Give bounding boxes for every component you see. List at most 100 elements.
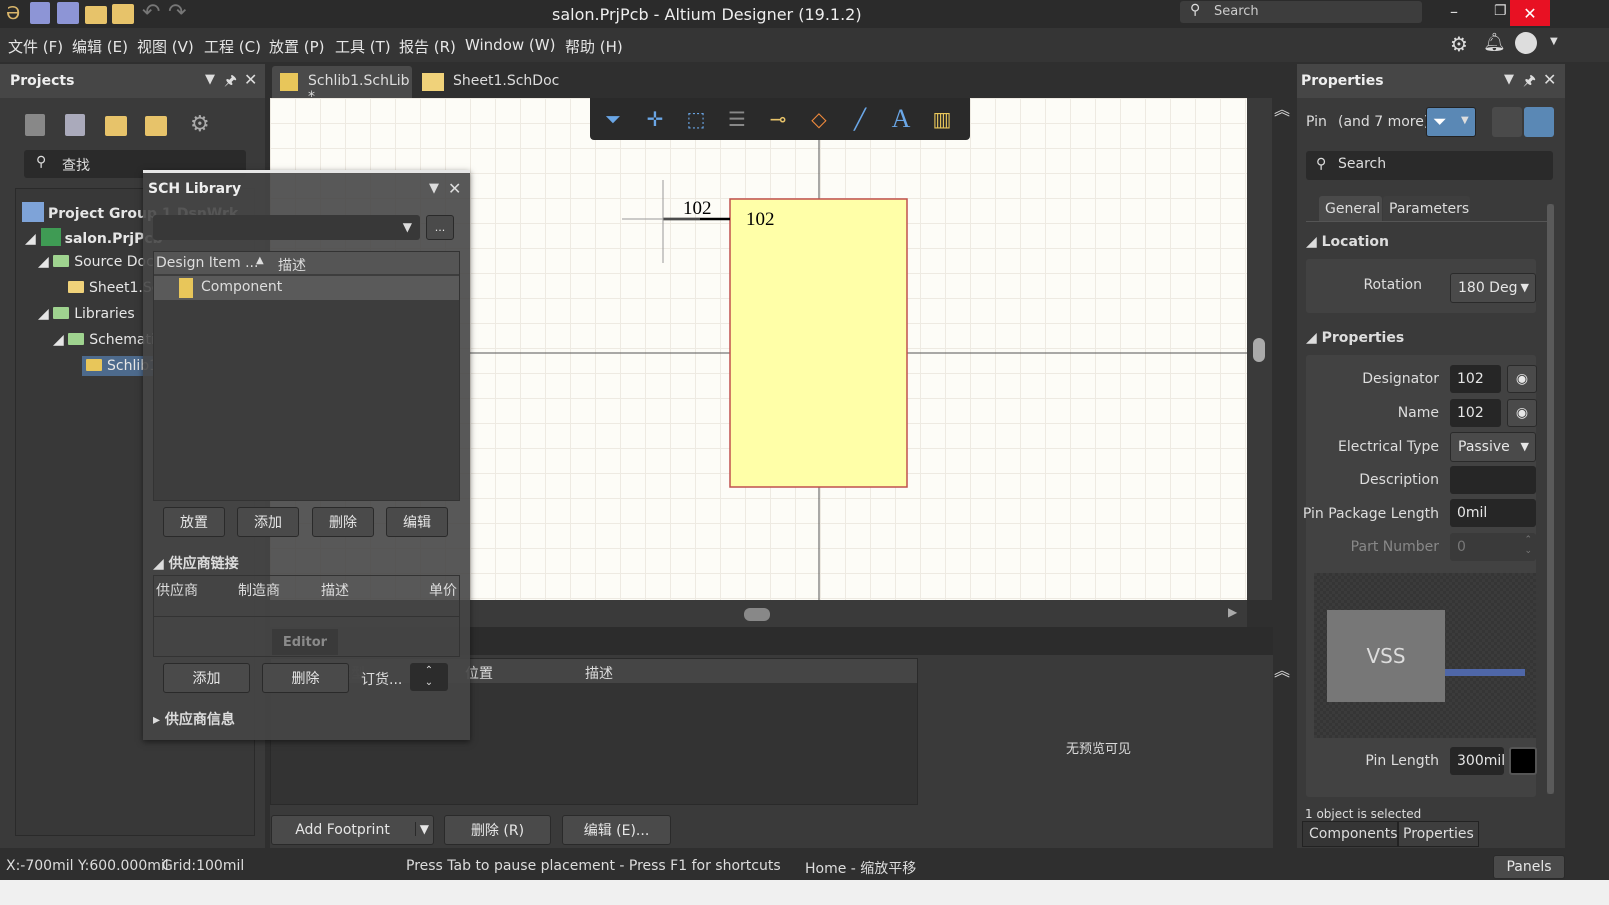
scroll-thumb[interactable] (1253, 338, 1265, 362)
filter-icon[interactable]: ⏷ (598, 104, 628, 134)
close-icon[interactable]: ✕ (448, 179, 461, 198)
polygon-icon[interactable]: ◇ (804, 104, 834, 134)
line-icon[interactable]: ╱ (845, 104, 875, 134)
menu-view[interactable]: 视图 (V) (137, 36, 194, 57)
edit-model-button[interactable]: 编辑 (E)... (562, 815, 671, 845)
rotation-dropdown[interactable]: 180 Deg ▼ (1450, 273, 1536, 303)
tab-components[interactable]: Components (1302, 821, 1398, 847)
schlib-icon (86, 359, 102, 371)
menu-file[interactable]: 文件 (F) (8, 36, 63, 57)
tab-editor[interactable]: Editor (272, 629, 338, 655)
collapse-up-icon[interactable]: ︽ (1274, 96, 1290, 120)
order-spinner[interactable]: ⌃ ⌄ (410, 663, 448, 691)
scroll-right-icon[interactable]: ▶ (1228, 605, 1237, 619)
undo-icon[interactable]: ↶ (142, 0, 160, 25)
col-description[interactable]: 描述 (278, 255, 306, 275)
supplier-add-button[interactable]: 添加 (163, 663, 250, 693)
bell-icon[interactable]: 🔔︎ (1483, 32, 1506, 53)
gear-icon[interactable]: ⚙ (1450, 32, 1468, 56)
supplier-links-section[interactable]: ◢ 供应商链接 (153, 553, 239, 573)
restore-button[interactable]: ❐ (1494, 3, 1507, 19)
pin-package-length-input[interactable]: 0mil (1450, 499, 1536, 527)
properties-scrollbar[interactable] (1547, 204, 1554, 794)
select-rect-icon[interactable]: ⬚ (681, 104, 711, 134)
tab-general[interactable]: General (1319, 196, 1382, 222)
component-icon[interactable]: ▥ (927, 104, 957, 134)
menu-reports[interactable]: 报告 (R) (399, 36, 456, 57)
location-section[interactable]: ◢ Location (1306, 234, 1389, 250)
close-button[interactable]: ✕ (1510, 0, 1550, 26)
col-desc[interactable]: 描述 (321, 580, 349, 600)
save-icon[interactable] (30, 2, 50, 24)
table-row[interactable]: Component (154, 276, 459, 300)
library-filter-dropdown[interactable]: ▼ (153, 215, 420, 240)
col-design-item[interactable]: Design Item ... (156, 255, 258, 271)
pin-color-swatch[interactable] (1509, 747, 1537, 775)
part-number-spinner[interactable]: 0 ⌃ ⌄ (1450, 533, 1536, 561)
col-manufacturer[interactable]: 制造商 (238, 580, 280, 600)
menu-tools[interactable]: 工具 (T) (335, 36, 391, 57)
select-active-icon[interactable] (1524, 107, 1554, 137)
menu-project[interactable]: 工程 (C) (204, 36, 261, 57)
align-icon[interactable]: ☰ (722, 104, 752, 134)
global-search[interactable]: ⚲ Search (1180, 1, 1422, 23)
designator-input[interactable]: 102 (1450, 365, 1501, 393)
delete-button[interactable]: 删除 (312, 507, 374, 537)
add-footprint-button[interactable]: Add Footprint ▼ (271, 815, 434, 845)
edit-button[interactable]: 编辑 (386, 507, 448, 537)
menu-edit[interactable]: 编辑 (E) (72, 36, 128, 57)
panel-menu-icon[interactable]: ▼ (205, 72, 215, 87)
col-supplier[interactable]: 供应商 (156, 580, 198, 600)
tab-sheet1[interactable]: Sheet1.SchDoc (418, 66, 568, 98)
save-project-icon[interactable] (25, 114, 45, 136)
menu-help[interactable]: 帮助 (H) (565, 36, 623, 57)
scroll-thumb[interactable] (744, 608, 770, 621)
pin-icon[interactable]: 🖈︎ (224, 70, 237, 94)
place-pin-icon[interactable]: ⊸ (763, 104, 793, 134)
properties-search[interactable]: ⚲ Search (1306, 151, 1553, 180)
settings-icon[interactable]: ⚙ (190, 112, 210, 137)
properties-section[interactable]: ◢ Properties (1306, 330, 1404, 346)
place-button[interactable]: 放置 (163, 507, 225, 537)
select-icon[interactable] (1492, 107, 1522, 137)
collapse-up-icon[interactable]: ︽ (1274, 657, 1290, 681)
open-icon[interactable] (85, 6, 107, 24)
move-icon[interactable]: ✛ (640, 104, 670, 134)
delete-model-button[interactable]: 删除 (R) (444, 815, 551, 845)
electrical-type-dropdown[interactable]: Passive ▼ (1450, 432, 1536, 462)
open-project-icon[interactable] (112, 4, 134, 24)
pin-icon[interactable]: 🖈︎ (1523, 70, 1536, 94)
supplier-delete-button[interactable]: 删除 (262, 663, 349, 693)
vertical-scrollbar[interactable] (1247, 98, 1272, 600)
compile-icon[interactable] (65, 114, 85, 136)
col-unit-price[interactable]: 单价 (429, 580, 457, 600)
text-icon[interactable]: A (886, 104, 916, 134)
user-avatar-icon[interactable] (1515, 32, 1537, 54)
name-visibility-icon[interactable]: ◉ (1507, 399, 1537, 427)
chevron-down-icon[interactable]: ▼ (1550, 36, 1558, 47)
tab-schlib1[interactable]: Schlib1.SchLib * (272, 66, 412, 105)
name-input[interactable]: 102 (1450, 399, 1501, 427)
panels-button[interactable]: Panels (1493, 855, 1565, 879)
tree-libraries[interactable]: ◢ Libraries (38, 306, 135, 322)
close-icon[interactable]: ✕ (1543, 70, 1556, 89)
menu-window[interactable]: Window (W) (465, 36, 555, 54)
close-icon[interactable]: ✕ (244, 70, 257, 89)
designator-visibility-icon[interactable]: ◉ (1507, 365, 1537, 393)
selection-filter-button[interactable]: ⏷ ▼ (1426, 107, 1476, 137)
minimize-button[interactable]: – (1450, 2, 1458, 21)
save-all-icon[interactable] (57, 2, 79, 24)
tab-properties[interactable]: Properties (1398, 821, 1479, 847)
menu-place[interactable]: 放置 (P) (269, 36, 325, 57)
more-button[interactable]: ... (426, 215, 454, 240)
panel-menu-icon[interactable]: ▼ (1504, 72, 1514, 87)
description-input[interactable] (1450, 466, 1536, 494)
tab-parameters[interactable]: Parameters (1383, 196, 1470, 222)
pin-length-input[interactable]: 300mil (1450, 747, 1505, 775)
project-folder-icon[interactable] (145, 116, 167, 136)
add-button[interactable]: 添加 (237, 507, 299, 537)
panel-menu-icon[interactable]: ▼ (429, 181, 439, 196)
open-folder-icon[interactable] (105, 116, 127, 136)
supplier-info-section[interactable]: ▸ 供应商信息 (153, 709, 235, 729)
redo-icon[interactable]: ↷ (168, 0, 186, 25)
